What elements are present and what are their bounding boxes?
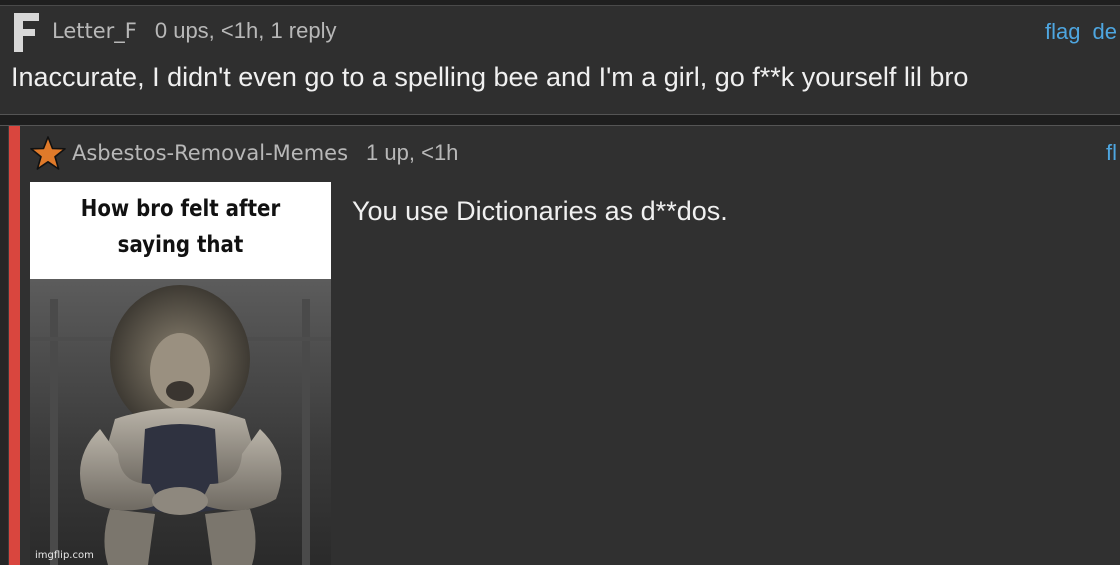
comment-separator: [0, 114, 1120, 126]
reply-comment-text: You use Dictionaries as d**dos.: [352, 196, 728, 226]
thread-gutter: [0, 126, 9, 565]
star-icon: [30, 136, 66, 170]
flag-link[interactable]: flag: [1045, 19, 1080, 44]
thread-indicator-bar[interactable]: [9, 126, 20, 565]
parent-comment-text: Inaccurate, I didn't even go to a spelli…: [11, 62, 969, 92]
reply-actions: fl: [1106, 140, 1120, 166]
parent-actions: flag de: [1045, 19, 1120, 45]
flag-link[interactable]: fl: [1106, 140, 1117, 165]
parent-comment-meta: Letter_F 0 ups, <1h, 1 reply: [52, 18, 336, 44]
imgflip-watermark: imgflip.com: [35, 550, 94, 561]
meme-caption-line2: saying that: [117, 232, 244, 258]
parent-username-link[interactable]: Letter_F: [52, 19, 137, 43]
meme-caption: How bro felt after saying that: [30, 182, 331, 279]
parent-comment-stats: 0 ups, <1h, 1 reply: [154, 18, 337, 43]
meme-image[interactable]: How bro felt after saying that imgflip.c…: [30, 182, 331, 565]
reply-comment-stats: 1 up, <1h: [366, 140, 459, 165]
letter-f-icon[interactable]: [11, 10, 41, 54]
lion-bodybuilder-photo: [30, 279, 331, 565]
reply-comment-meta: Asbestos-Removal-Memes 1 up, <1h: [72, 140, 458, 166]
reply-username-link[interactable]: Asbestos-Removal-Memes: [72, 141, 348, 165]
delete-link[interactable]: de: [1092, 19, 1116, 44]
meme-caption-line1: How bro felt after: [80, 196, 281, 222]
